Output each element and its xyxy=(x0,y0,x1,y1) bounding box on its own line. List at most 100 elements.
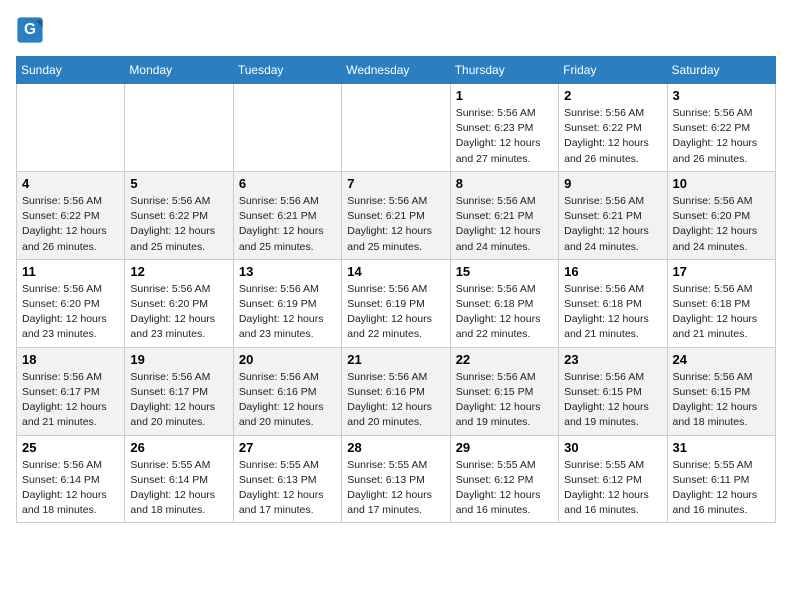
day-info: Sunrise: 5:56 AM Sunset: 6:21 PM Dayligh… xyxy=(239,194,336,255)
day-cell: 7 Sunrise: 5:56 AM Sunset: 6:21 PM Daylig… xyxy=(342,171,450,259)
day-info: Sunrise: 5:56 AM Sunset: 6:22 PM Dayligh… xyxy=(130,194,227,255)
day-cell xyxy=(17,84,125,172)
day-cell: 15 Sunrise: 5:56 AM Sunset: 6:18 PM Dayli… xyxy=(450,259,558,347)
week-row-4: 18Sunrise: 5:56 AM Sunset: 6:17 PM Dayli… xyxy=(17,347,776,435)
day-cell: 2 Sunrise: 5:56 AM Sunset: 6:22 PM Daylig… xyxy=(559,84,667,172)
day-info: Sunrise: 5:56 AM Sunset: 6:17 PM Dayligh… xyxy=(130,370,227,431)
day-number: 31 xyxy=(673,440,770,455)
day-cell: 17 Sunrise: 5:56 AM Sunset: 6:18 PM Dayli… xyxy=(667,259,775,347)
weekday-header-wednesday: Wednesday xyxy=(342,57,450,84)
day-cell: 27 Sunrise: 5:55 AM Sunset: 6:13 PM Dayli… xyxy=(233,435,341,523)
week-row-1: 1 Sunrise: 5:56 AM Sunset: 6:23 PM Daylig… xyxy=(17,84,776,172)
logo: G xyxy=(16,16,48,44)
day-cell: 1 Sunrise: 5:56 AM Sunset: 6:23 PM Daylig… xyxy=(450,84,558,172)
day-info: Sunrise: 5:56 AM Sunset: 6:15 PM Dayligh… xyxy=(673,370,770,431)
day-info: Sunrise: 5:56 AM Sunset: 6:22 PM Dayligh… xyxy=(673,106,770,167)
day-number: 11 xyxy=(22,264,119,279)
day-info: Sunrise: 5:56 AM Sunset: 6:15 PM Dayligh… xyxy=(456,370,553,431)
svg-text:G: G xyxy=(24,21,36,38)
day-cell: 18Sunrise: 5:56 AM Sunset: 6:17 PM Dayli… xyxy=(17,347,125,435)
day-number: 23 xyxy=(564,352,661,367)
weekday-header-monday: Monday xyxy=(125,57,233,84)
day-info: Sunrise: 5:56 AM Sunset: 6:19 PM Dayligh… xyxy=(239,282,336,343)
day-cell: 19Sunrise: 5:56 AM Sunset: 6:17 PM Dayli… xyxy=(125,347,233,435)
day-cell: 30Sunrise: 5:55 AM Sunset: 6:12 PM Dayli… xyxy=(559,435,667,523)
day-number: 4 xyxy=(22,176,119,191)
day-cell: 12Sunrise: 5:56 AM Sunset: 6:20 PM Dayli… xyxy=(125,259,233,347)
weekday-header-thursday: Thursday xyxy=(450,57,558,84)
day-info: Sunrise: 5:55 AM Sunset: 6:14 PM Dayligh… xyxy=(130,458,227,519)
day-number: 24 xyxy=(673,352,770,367)
day-number: 8 xyxy=(456,176,553,191)
logo-icon: G xyxy=(16,16,44,44)
weekday-header-tuesday: Tuesday xyxy=(233,57,341,84)
day-number: 17 xyxy=(673,264,770,279)
day-number: 6 xyxy=(239,176,336,191)
day-number: 27 xyxy=(239,440,336,455)
day-cell: 26 Sunrise: 5:55 AM Sunset: 6:14 PM Dayli… xyxy=(125,435,233,523)
day-info: Sunrise: 5:56 AM Sunset: 6:15 PM Dayligh… xyxy=(564,370,661,431)
week-row-2: 4 Sunrise: 5:56 AM Sunset: 6:22 PM Daylig… xyxy=(17,171,776,259)
day-cell: 22Sunrise: 5:56 AM Sunset: 6:15 PM Dayli… xyxy=(450,347,558,435)
day-cell xyxy=(342,84,450,172)
day-info: Sunrise: 5:56 AM Sunset: 6:22 PM Dayligh… xyxy=(564,106,661,167)
day-cell: 16Sunrise: 5:56 AM Sunset: 6:18 PM Dayli… xyxy=(559,259,667,347)
day-cell: 11 Sunrise: 5:56 AM Sunset: 6:20 PM Dayli… xyxy=(17,259,125,347)
day-cell: 9 Sunrise: 5:56 AM Sunset: 6:21 PM Daylig… xyxy=(559,171,667,259)
day-number: 13 xyxy=(239,264,336,279)
day-info: Sunrise: 5:56 AM Sunset: 6:21 PM Dayligh… xyxy=(564,194,661,255)
day-number: 30 xyxy=(564,440,661,455)
day-info: Sunrise: 5:56 AM Sunset: 6:20 PM Dayligh… xyxy=(22,282,119,343)
week-row-5: 25 Sunrise: 5:56 AM Sunset: 6:14 PM Dayli… xyxy=(17,435,776,523)
day-number: 29 xyxy=(456,440,553,455)
day-info: Sunrise: 5:56 AM Sunset: 6:21 PM Dayligh… xyxy=(347,194,444,255)
day-number: 9 xyxy=(564,176,661,191)
day-number: 2 xyxy=(564,88,661,103)
day-number: 26 xyxy=(130,440,227,455)
weekday-header-sunday: Sunday xyxy=(17,57,125,84)
day-cell: 25 Sunrise: 5:56 AM Sunset: 6:14 PM Dayli… xyxy=(17,435,125,523)
day-cell: 5Sunrise: 5:56 AM Sunset: 6:22 PM Daylig… xyxy=(125,171,233,259)
day-number: 10 xyxy=(673,176,770,191)
day-info: Sunrise: 5:55 AM Sunset: 6:11 PM Dayligh… xyxy=(673,458,770,519)
day-info: Sunrise: 5:56 AM Sunset: 6:16 PM Dayligh… xyxy=(347,370,444,431)
day-info: Sunrise: 5:56 AM Sunset: 6:14 PM Dayligh… xyxy=(22,458,119,519)
day-number: 25 xyxy=(22,440,119,455)
day-cell: 8Sunrise: 5:56 AM Sunset: 6:21 PM Daylig… xyxy=(450,171,558,259)
day-cell xyxy=(233,84,341,172)
day-number: 15 xyxy=(456,264,553,279)
day-cell: 4 Sunrise: 5:56 AM Sunset: 6:22 PM Daylig… xyxy=(17,171,125,259)
day-info: Sunrise: 5:56 AM Sunset: 6:16 PM Dayligh… xyxy=(239,370,336,431)
day-info: Sunrise: 5:56 AM Sunset: 6:18 PM Dayligh… xyxy=(673,282,770,343)
day-cell: 6 Sunrise: 5:56 AM Sunset: 6:21 PM Daylig… xyxy=(233,171,341,259)
day-number: 3 xyxy=(673,88,770,103)
day-cell: 10 Sunrise: 5:56 AM Sunset: 6:20 PM Dayli… xyxy=(667,171,775,259)
day-number: 12 xyxy=(130,264,227,279)
day-number: 1 xyxy=(456,88,553,103)
day-info: Sunrise: 5:55 AM Sunset: 6:13 PM Dayligh… xyxy=(239,458,336,519)
day-info: Sunrise: 5:56 AM Sunset: 6:19 PM Dayligh… xyxy=(347,282,444,343)
day-number: 21 xyxy=(347,352,444,367)
day-cell: 28Sunrise: 5:55 AM Sunset: 6:13 PM Dayli… xyxy=(342,435,450,523)
day-cell: 31 Sunrise: 5:55 AM Sunset: 6:11 PM Dayli… xyxy=(667,435,775,523)
day-number: 7 xyxy=(347,176,444,191)
day-cell xyxy=(125,84,233,172)
day-cell: 14 Sunrise: 5:56 AM Sunset: 6:19 PM Dayli… xyxy=(342,259,450,347)
day-info: Sunrise: 5:56 AM Sunset: 6:18 PM Dayligh… xyxy=(564,282,661,343)
weekday-header-friday: Friday xyxy=(559,57,667,84)
day-cell: 20 Sunrise: 5:56 AM Sunset: 6:16 PM Dayli… xyxy=(233,347,341,435)
day-cell: 29 Sunrise: 5:55 AM Sunset: 6:12 PM Dayli… xyxy=(450,435,558,523)
week-row-3: 11 Sunrise: 5:56 AM Sunset: 6:20 PM Dayli… xyxy=(17,259,776,347)
day-info: Sunrise: 5:56 AM Sunset: 6:23 PM Dayligh… xyxy=(456,106,553,167)
day-info: Sunrise: 5:56 AM Sunset: 6:17 PM Dayligh… xyxy=(22,370,119,431)
day-cell: 24 Sunrise: 5:56 AM Sunset: 6:15 PM Dayli… xyxy=(667,347,775,435)
day-info: Sunrise: 5:55 AM Sunset: 6:12 PM Dayligh… xyxy=(456,458,553,519)
page-header: G xyxy=(16,16,776,44)
weekday-header-row: SundayMondayTuesdayWednesdayThursdayFrid… xyxy=(17,57,776,84)
day-info: Sunrise: 5:56 AM Sunset: 6:20 PM Dayligh… xyxy=(673,194,770,255)
day-number: 14 xyxy=(347,264,444,279)
day-info: Sunrise: 5:56 AM Sunset: 6:18 PM Dayligh… xyxy=(456,282,553,343)
calendar-table: SundayMondayTuesdayWednesdayThursdayFrid… xyxy=(16,56,776,523)
day-info: Sunrise: 5:56 AM Sunset: 6:22 PM Dayligh… xyxy=(22,194,119,255)
day-number: 20 xyxy=(239,352,336,367)
